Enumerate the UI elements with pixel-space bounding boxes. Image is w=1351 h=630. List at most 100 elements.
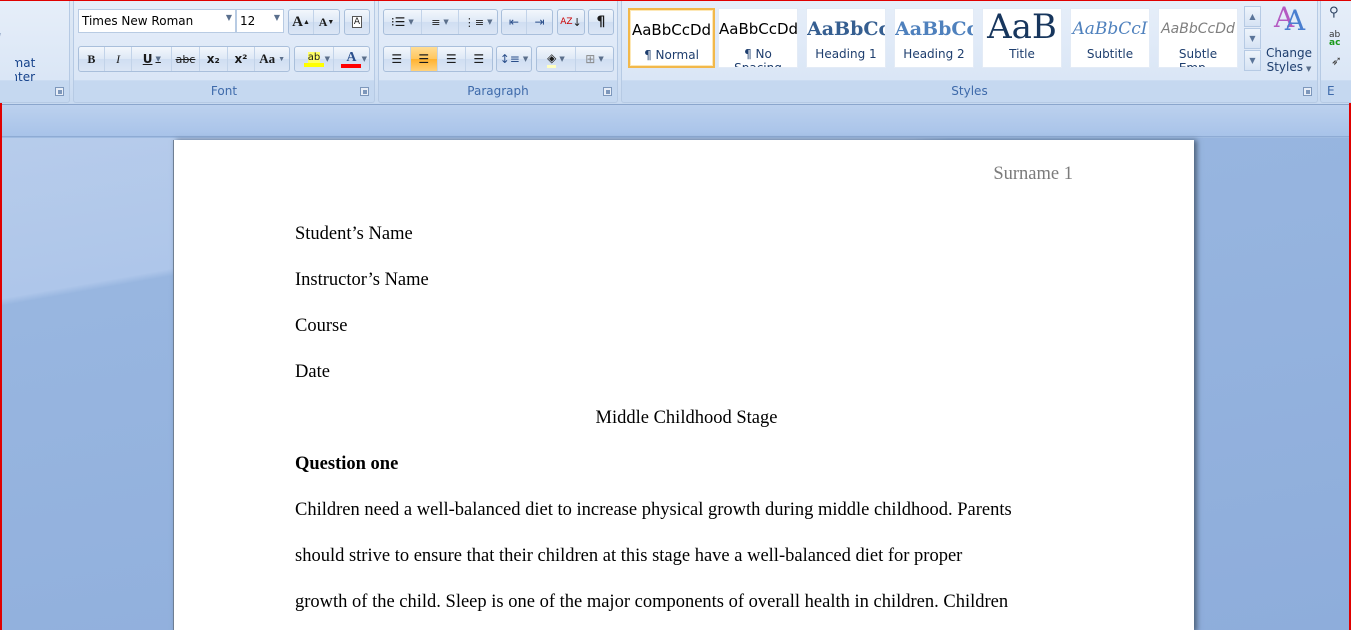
- subscript-button[interactable]: x₂: [200, 47, 228, 71]
- instructor-name-line: Instructor’s Name: [295, 270, 429, 290]
- chevron-down-icon[interactable]: ▼: [559, 55, 564, 63]
- line-spacing-strip: ↕≡ ▼: [496, 46, 532, 72]
- align-left-icon: ☰: [391, 52, 403, 66]
- chevron-down-icon[interactable]: ▼: [226, 13, 232, 22]
- superscript-button[interactable]: x²: [228, 47, 256, 71]
- align-center-button[interactable]: ☰: [410, 47, 439, 71]
- style-name: Heading 2: [903, 47, 965, 61]
- border-grid-icon: ⊞: [585, 52, 596, 66]
- style-sample: AaB: [987, 8, 1057, 47]
- style-name: ¶ Normal: [644, 48, 699, 62]
- alignment-strip: ☰ ☰ ☰ ☰: [383, 46, 493, 72]
- font-dialog-launcher[interactable]: [360, 87, 369, 96]
- style-name: Title: [1009, 47, 1035, 61]
- chevron-down-icon[interactable]: ▼: [325, 55, 330, 63]
- grow-font-button[interactable]: A ▲: [289, 10, 315, 34]
- numbering-button[interactable]: ≡ ▼: [422, 10, 460, 34]
- align-left-button[interactable]: ☰: [384, 47, 411, 71]
- increase-indent-button[interactable]: ⇥: [527, 10, 552, 34]
- change-styles-label-2: Styles: [1266, 60, 1303, 74]
- chevron-down-icon[interactable]: ▼: [408, 18, 413, 26]
- style-sample: AaBbCc: [895, 18, 974, 40]
- strikethrough-button[interactable]: abc: [172, 47, 200, 71]
- gallery-more-button[interactable]: ▼: [1244, 50, 1261, 71]
- sort-button[interactable]: AZ ↓: [558, 10, 584, 34]
- font-name-combo[interactable]: Times New Roman ▼: [78, 9, 236, 33]
- clipboard-group: / Format Painter: [0, 1, 70, 103]
- replace-icon[interactable]: ab ac: [1329, 31, 1340, 48]
- font-color-icon: A: [346, 49, 357, 65]
- ribbon: / Format Painter Times New Roman ▼ 12 ▼ …: [0, 1, 1351, 105]
- borders-button[interactable]: ⊞ ▼: [576, 47, 613, 71]
- style-heading-1[interactable]: AaBbCc Heading 1: [806, 8, 886, 68]
- shading-button[interactable]: ◈ ▼: [537, 47, 576, 71]
- numbered-list-icon: ≡: [431, 15, 441, 29]
- clear-formatting-button[interactable]: A: [345, 10, 369, 34]
- body-line: Children need a well-balanced diet to in…: [295, 500, 1012, 520]
- document-title: Middle Childhood Stage: [595, 408, 778, 428]
- style-name: Subtitle: [1086, 47, 1134, 61]
- format-painter-button[interactable]: Format Painter: [15, 56, 69, 84]
- change-styles-button[interactable]: AA Change Styles ▼: [1264, 2, 1314, 83]
- sort-az-icon: AZ: [560, 17, 573, 27]
- style-sample: AaBbCcI: [1072, 19, 1148, 39]
- show-hide-marks-button[interactable]: ¶: [589, 10, 613, 34]
- styles-dialog-launcher[interactable]: [1303, 87, 1312, 96]
- text-highlight-button[interactable]: ab ▼: [295, 47, 334, 71]
- style-normal[interactable]: AaBbCcDd ¶ Normal: [628, 8, 715, 68]
- change-case-button[interactable]: Aa ▼: [255, 47, 289, 71]
- gallery-scroll-up-button[interactable]: ▲: [1244, 6, 1261, 27]
- font-color-bar: [341, 63, 362, 68]
- line-spacing-icon: ↕≡: [499, 52, 520, 66]
- style-heading-2[interactable]: AaBbCc Heading 2: [894, 8, 974, 68]
- clipboard-dialog-launcher[interactable]: [55, 87, 64, 96]
- italic-button[interactable]: I: [105, 47, 133, 71]
- bullets-button[interactable]: ⁝☰ ▼: [384, 10, 422, 34]
- justify-button[interactable]: ☰: [466, 47, 493, 71]
- chevron-down-icon[interactable]: ▼: [523, 55, 528, 63]
- highlighter-icon: ab: [307, 51, 321, 63]
- justify-icon: ☰: [473, 52, 485, 66]
- select-cursor-icon[interactable]: ➶: [1331, 54, 1342, 69]
- bold-button[interactable]: B: [79, 47, 105, 71]
- chevron-down-icon: ▼: [1306, 65, 1312, 73]
- document-page[interactable]: Surname 1 Student’s Name Instructor’s Na…: [173, 140, 1194, 630]
- style-subtitle[interactable]: AaBbCcI Subtitle: [1070, 8, 1150, 68]
- gallery-scroll-down-button[interactable]: ▼: [1244, 28, 1261, 49]
- style-name: Heading 1: [815, 47, 877, 61]
- font-group: Times New Roman ▼ 12 ▼ A ▲ A ▼ A B I U ▼ ab…: [73, 1, 375, 103]
- paint-bucket-icon: ◈: [547, 51, 557, 68]
- styles-group: AaBbCcDd ¶ Normal AaBbCcDd ¶ No Spacing …: [621, 1, 1318, 103]
- paragraph-dialog-launcher[interactable]: [603, 87, 612, 96]
- chevron-down-icon[interactable]: ▼: [487, 18, 492, 26]
- underline-button[interactable]: U ▼: [132, 47, 173, 71]
- body-line: should strive to ensure that their child…: [295, 546, 963, 566]
- styles-group-label: Styles: [951, 84, 988, 98]
- chevron-down-icon[interactable]: ▼: [155, 55, 160, 63]
- chevron-down-icon[interactable]: ▼: [278, 55, 285, 63]
- style-no-spacing[interactable]: AaBbCcDd ¶ No Spacing: [718, 8, 798, 68]
- question-heading: Question one: [295, 454, 399, 474]
- multilevel-list-button[interactable]: ⋮≡ ▼: [459, 10, 497, 34]
- shrink-font-button[interactable]: A ▼: [314, 10, 339, 34]
- style-title[interactable]: AaB Title: [982, 8, 1062, 68]
- decrease-indent-button[interactable]: ⇤: [502, 10, 528, 34]
- chevron-down-icon[interactable]: ▼: [274, 13, 280, 22]
- grow-shrink-strip: A ▲ A ▼: [288, 9, 340, 35]
- align-right-button[interactable]: ☰: [438, 47, 466, 71]
- color-strip: ab ▼ A ▼: [294, 46, 370, 72]
- style-subtle-emphasis[interactable]: AaBbCcDd Subtle Emp...: [1158, 8, 1238, 68]
- chevron-down-icon[interactable]: ▼: [598, 55, 603, 63]
- increase-indent-icon: ⇥: [534, 15, 545, 29]
- font-name-value: Times New Roman: [82, 14, 194, 28]
- chevron-down-icon[interactable]: ▼: [443, 18, 448, 26]
- font-color-button[interactable]: A ▼: [334, 47, 369, 71]
- chevron-down-icon[interactable]: ▼: [362, 55, 367, 63]
- pilcrow-icon: ¶: [596, 14, 606, 30]
- find-icon[interactable]: ⚲: [1329, 5, 1339, 20]
- indent-strip: ⇤ ⇥: [501, 9, 553, 35]
- editing-group-label: E: [1327, 84, 1335, 98]
- font-size-combo[interactable]: 12 ▼: [236, 9, 284, 33]
- copy-icon[interactable]: /: [0, 31, 1, 45]
- line-spacing-button[interactable]: ↕≡ ▼: [497, 47, 531, 71]
